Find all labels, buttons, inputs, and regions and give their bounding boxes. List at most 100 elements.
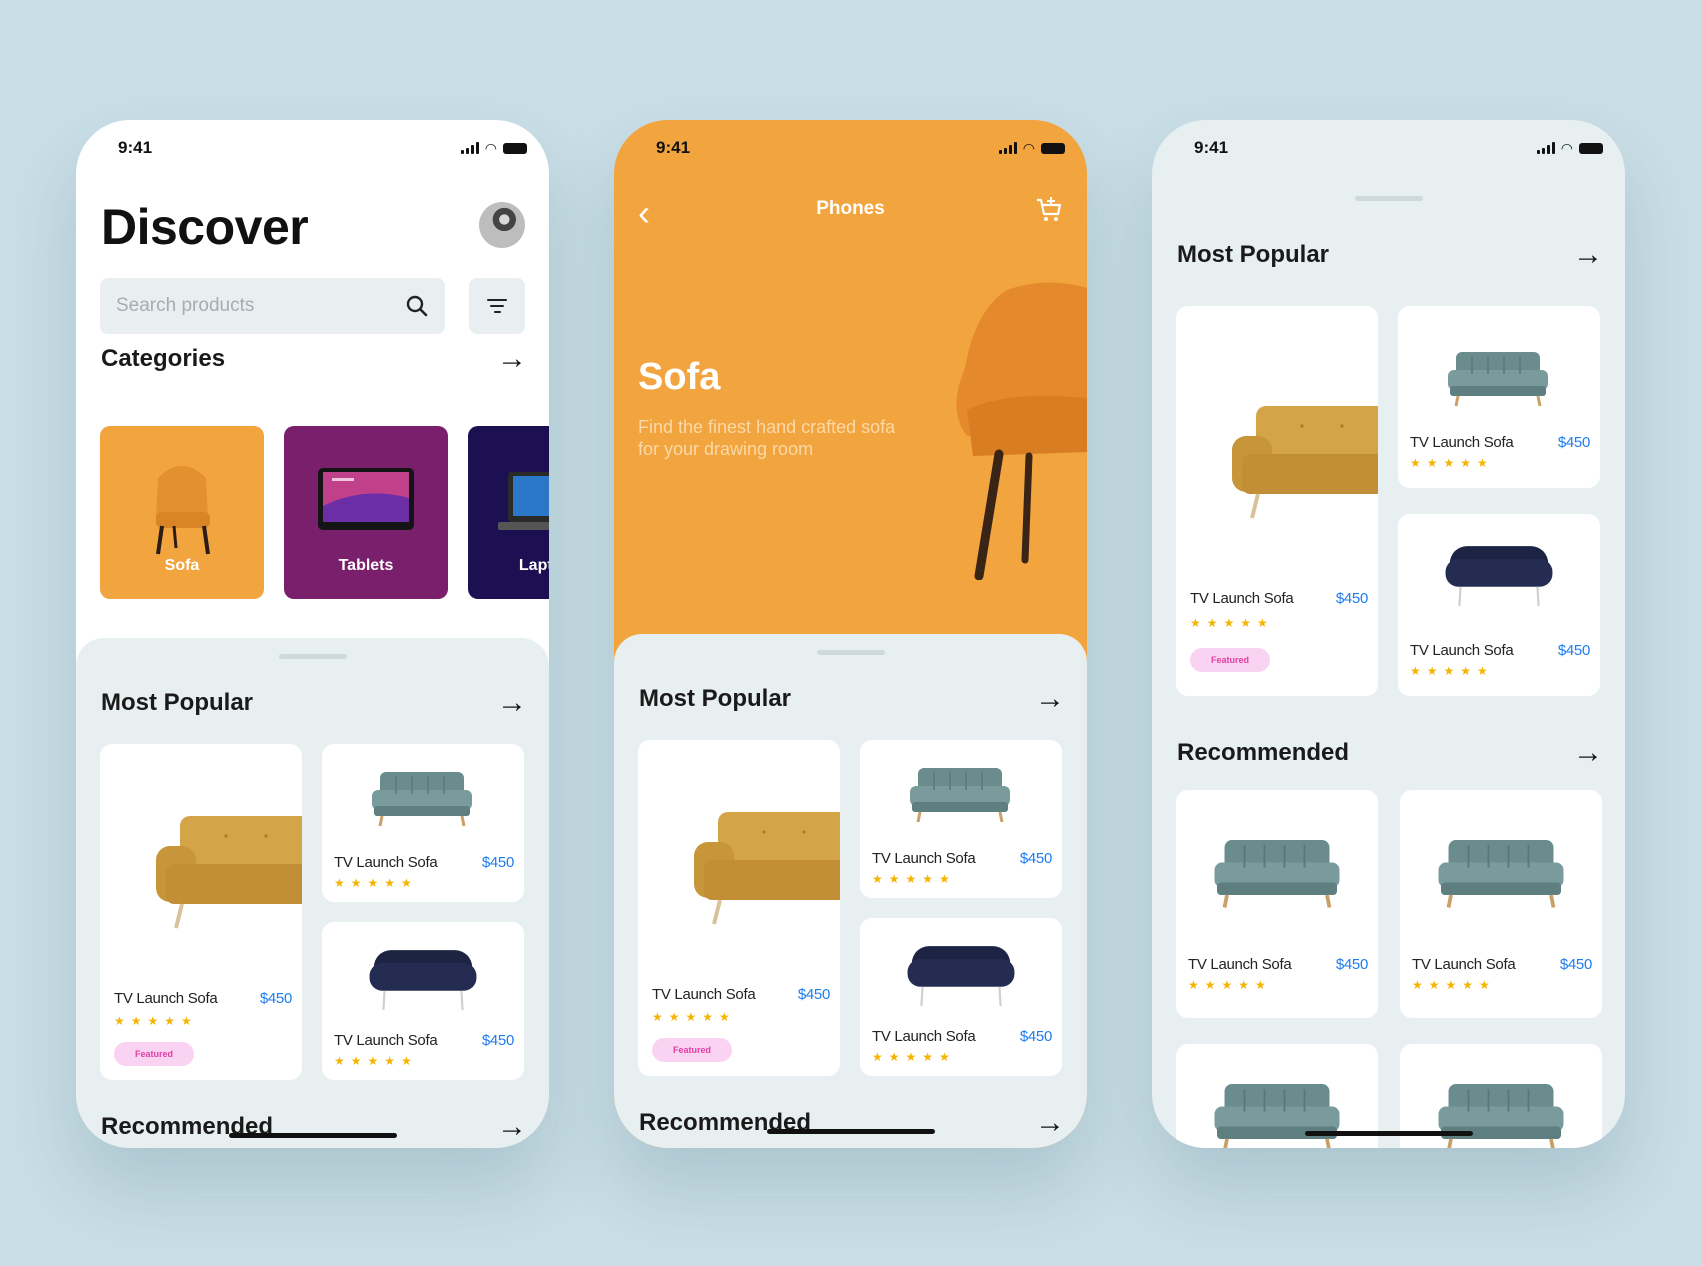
home-indicator [766,1129,935,1134]
filter-button[interactable] [469,278,525,334]
product-price: $450 [1557,434,1590,451]
teal-sofa-image [1214,840,1340,910]
categories-title: Categories [101,345,226,372]
status-bar: 9:41 ◠ [614,120,1087,180]
most-popular-header: Most Popular → [639,684,1065,714]
product-card[interactable]: TV Launch Sofa $450 ★★★★★ [1398,514,1600,696]
status-bar: 9:41 ◠ [1152,120,1625,180]
phone-discover-screen: 9:41 ◠ Discover Categories → Sof [76,120,549,1148]
status-time: 9:41 [1194,138,1229,157]
mustard-sofa-image [694,812,840,926]
rating-stars: ★★★★★ [1188,978,1272,992]
product-price: $450 [481,854,514,871]
product-card[interactable]: TV Launch Sofa $450 ★★★★★ [1176,790,1378,1018]
home-indicator [228,1133,397,1138]
search-input[interactable] [116,295,405,317]
teal-sofa-image [1438,1084,1564,1148]
wifi-icon: ◠ [1560,140,1573,156]
rating-stars: ★★★★★ [334,1054,418,1068]
product-card-featured[interactable]: TV Launch Sofa $450 ★★★★★ Featured [100,744,302,1080]
categories-header: Categories → [101,344,527,374]
product-name: TV Launch Sofa [872,850,976,867]
home-indicator [1304,1131,1473,1136]
featured-badge: Featured [1190,648,1270,672]
product-price: $450 [1559,956,1592,973]
teal-sofa-image [910,768,1010,824]
armchair-image [956,282,1087,580]
rating-stars: ★★★★★ [1410,456,1494,470]
battery-icon [503,142,527,154]
sheet-handle[interactable] [278,654,347,659]
phone-expanded-screen: 9:41 ◠ Most Popular → TV Launch Sofa $45… [1152,120,1625,1148]
mustard-sofa-image [156,816,302,930]
product-price: $450 [259,990,292,1007]
rating-stars: ★★★★★ [1412,978,1496,992]
product-price: $450 [797,986,830,1003]
battery-icon [1041,142,1065,154]
hero-title: Sofa [638,356,721,398]
rating-stars: ★★★★★ [1410,664,1494,678]
product-card[interactable]: TV Launch Sofa $450 ★★★★★ [1398,306,1600,488]
page-title: Discover [101,199,309,255]
search-bar[interactable] [100,278,445,334]
product-price: $450 [1557,642,1590,659]
product-card[interactable]: TV Launch Sofa $450 ★★★★★ [860,740,1062,898]
most-popular-arrow-icon[interactable]: → [1573,240,1603,270]
nav-title: Phones [816,198,885,219]
rating-stars: ★★★★★ [1190,616,1274,630]
product-name: TV Launch Sofa [1190,590,1294,607]
category-tablets[interactable]: Tablets [284,426,448,599]
product-card[interactable]: TV Launch Sofa $450 ★★★★★ [860,918,1062,1076]
category-label: Sofa [164,557,200,574]
navy-sofa-image [906,945,1016,1006]
recommended-title: Recommended [1177,739,1350,766]
cart-icon[interactable] [1035,196,1063,224]
product-name: TV Launch Sofa [1410,642,1514,659]
teal-sofa-image [1448,352,1548,408]
rating-stars: ★★★★★ [872,1050,956,1064]
signal-icon [998,142,1017,154]
product-card[interactable]: TV Launch Sofa $450 ★★★★★ [322,922,524,1080]
filter-icon [487,299,507,313]
search-icon[interactable] [405,294,429,318]
navy-sofa-image [368,949,478,1010]
wifi-icon: ◠ [484,140,497,156]
most-popular-arrow-icon[interactable]: → [497,688,527,718]
product-name: TV Launch Sofa [334,1032,438,1049]
rating-stars: ★★★★★ [334,876,418,890]
product-card-featured[interactable]: TV Launch Sofa $450 ★★★★★ Featured [1176,306,1378,696]
product-card[interactable]: TV Launch Sofa $450 ★★★★★ [322,744,524,902]
product-name: TV Launch Sofa [872,1028,976,1045]
categories-arrow-icon[interactable]: → [497,344,527,374]
bottom-sheet: Most Popular → TV Launch Sofa $450 ★★★★★… [614,634,1087,1148]
rating-stars: ★★★★★ [652,1010,736,1024]
status-bar: 9:41 ◠ [76,120,549,180]
categories-row: Sofa Tablets Laptops [100,426,549,599]
product-name: TV Launch Sofa [334,854,438,871]
recommended-arrow-icon[interactable]: → [1573,738,1603,768]
signal-icon [460,142,479,154]
status-time: 9:41 [656,138,691,157]
recommended-arrow-icon[interactable]: → [1035,1108,1065,1138]
product-price: $450 [1019,850,1052,867]
most-popular-arrow-icon[interactable]: → [1035,684,1065,714]
category-sofa[interactable]: Sofa [100,426,264,599]
status-time: 9:41 [118,138,153,157]
most-popular-title: Most Popular [639,685,792,712]
most-popular-header: Most Popular → [101,688,527,718]
product-name: TV Launch Sofa [1188,956,1292,973]
product-card[interactable]: TV Launch Sofa $450 ★★★★★ [1400,790,1602,1018]
mustard-sofa-image [1232,406,1378,520]
product-card-featured[interactable]: TV Launch Sofa $450 ★★★★★ Featured [638,740,840,1076]
featured-badge: Featured [114,1042,194,1066]
teal-sofa-image [1438,840,1564,910]
wifi-icon: ◠ [1022,140,1035,156]
sheet-handle[interactable] [816,650,885,655]
recommended-arrow-icon[interactable]: → [497,1112,527,1142]
sheet-handle[interactable] [1354,196,1423,201]
most-popular-title: Most Popular [1177,241,1330,268]
avatar[interactable] [479,202,525,248]
category-laptops[interactable]: Laptops [468,426,549,599]
most-popular-title: Most Popular [101,689,254,716]
product-price: $450 [1019,1028,1052,1045]
